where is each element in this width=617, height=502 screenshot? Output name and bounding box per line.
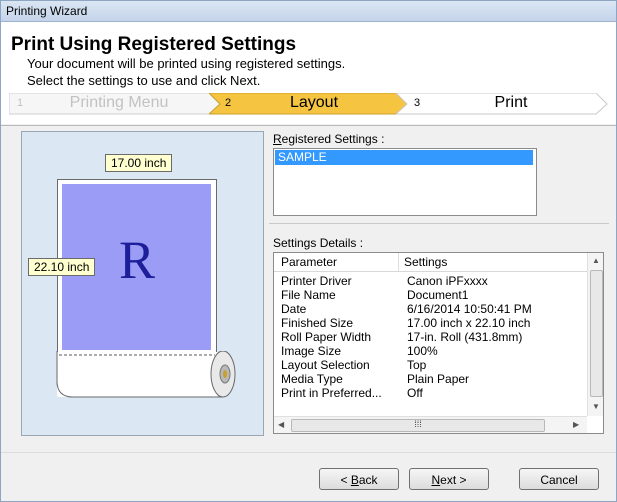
column-divider[interactable] bbox=[398, 253, 399, 271]
step-layout: 2 Layout bbox=[209, 93, 409, 115]
printing-wizard-window: Printing Wizard Print Using Registered S… bbox=[0, 0, 617, 502]
next-button[interactable]: Next > bbox=[409, 468, 489, 490]
table-row: Finished Size 17.00 inch x 22.10 inch bbox=[274, 316, 587, 330]
step-print: 3 Print bbox=[396, 93, 608, 115]
back-button[interactable]: < Back bbox=[319, 468, 399, 490]
scroll-down-icon[interactable]: ▼ bbox=[592, 402, 600, 411]
row-value: 100% bbox=[407, 344, 438, 358]
row-param: Image Size bbox=[281, 344, 342, 358]
wizard-header: Print Using Registered Settings Your doc… bbox=[1, 22, 616, 124]
table-row: Media Type Plain Paper bbox=[274, 372, 587, 386]
window-title: Printing Wizard bbox=[6, 4, 88, 18]
next-accelerator: N bbox=[431, 473, 441, 487]
width-dimension-label: 17.00 inch bbox=[105, 154, 173, 172]
step-printing-menu: 1 Printing Menu bbox=[9, 93, 221, 115]
row-param: Finished Size bbox=[281, 316, 354, 330]
row-param: Media Type bbox=[281, 372, 343, 386]
horizontal-scroll-thumb[interactable]: ⁞⁞⁞ bbox=[291, 419, 545, 432]
table-row: File Name Document1 bbox=[274, 288, 587, 302]
preview-glyph: R bbox=[119, 230, 156, 290]
step-label: Layout bbox=[289, 94, 339, 111]
column-header-parameter[interactable]: Parameter bbox=[281, 255, 337, 269]
table-rows: Printer Driver Canon iPFxxxx File Name Doc… bbox=[274, 274, 587, 417]
row-param: Roll Paper Width bbox=[281, 330, 372, 344]
registered-settings-label: Registered Settings : bbox=[273, 132, 385, 146]
description-line-1: Your document will be printed using regi… bbox=[27, 56, 346, 71]
height-dimension-label: 22.10 inch bbox=[28, 258, 96, 276]
page-title: Print Using Registered Settings bbox=[11, 34, 297, 55]
section-divider bbox=[269, 223, 609, 224]
title-bar: Printing Wizard bbox=[1, 1, 616, 22]
settings-details-table[interactable]: Parameter Settings Printer Driver Canon i… bbox=[273, 252, 604, 434]
table-row: Layout Selection Top bbox=[274, 358, 587, 372]
step-number: 2 bbox=[225, 97, 232, 109]
row-value: Canon iPFxxxx bbox=[407, 274, 488, 288]
table-header: Parameter Settings bbox=[274, 253, 587, 272]
step-label: Printing Menu bbox=[69, 94, 169, 111]
table-row: Roll Paper Width 17-in. Roll (431.8mm) bbox=[274, 330, 587, 344]
back-accelerator: B bbox=[350, 473, 359, 487]
scroll-up-icon[interactable]: ▲ bbox=[592, 256, 600, 265]
paper-roll-icon bbox=[56, 351, 236, 398]
step-number: 3 bbox=[414, 97, 421, 109]
vertical-scroll-thumb[interactable] bbox=[590, 270, 603, 397]
horizontal-scrollbar[interactable]: ◀ ⁞⁞⁞ ▶ bbox=[274, 416, 587, 433]
scroll-right-icon[interactable]: ▶ bbox=[573, 420, 579, 429]
row-value: 17.00 inch x 22.10 inch bbox=[407, 316, 531, 330]
row-param: File Name bbox=[281, 288, 336, 302]
registered-settings-list[interactable]: SAMPLE bbox=[273, 148, 537, 216]
row-value: Plain Paper bbox=[407, 372, 470, 386]
settings-details-label: Settings Details : bbox=[273, 236, 364, 250]
next-label: ext > bbox=[440, 473, 467, 487]
step-number: 1 bbox=[17, 97, 24, 109]
row-value: Document1 bbox=[407, 288, 469, 302]
back-label: ack bbox=[358, 473, 378, 487]
description-line-2: Select the settings to use and click Nex… bbox=[27, 73, 261, 88]
row-param: Layout Selection bbox=[281, 358, 370, 372]
row-value: 6/16/2014 10:50:41 PM bbox=[407, 302, 532, 316]
scroll-left-icon[interactable]: ◀ bbox=[278, 420, 284, 429]
row-param: Print in Preferred... bbox=[281, 386, 382, 400]
table-row: Printer Driver Canon iPFxxxx bbox=[274, 274, 587, 288]
back-prefix: < bbox=[340, 473, 351, 487]
row-param: Printer Driver bbox=[281, 274, 352, 288]
wizard-steps: 1 Printing Menu 2 Layout 3 Print bbox=[9, 93, 609, 115]
footer-divider bbox=[1, 452, 616, 453]
row-value: Top bbox=[407, 358, 427, 372]
step-label: Print bbox=[494, 94, 528, 111]
row-value: 17-in. Roll (431.8mm) bbox=[407, 330, 523, 344]
table-row: Date 6/16/2014 10:50:41 PM bbox=[274, 302, 587, 316]
row-value: Off bbox=[407, 386, 423, 400]
column-header-settings[interactable]: Settings bbox=[404, 255, 447, 269]
row-param: Date bbox=[281, 302, 307, 316]
header-divider bbox=[1, 125, 616, 126]
vertical-scrollbar[interactable]: ▲ ▼ bbox=[587, 253, 603, 416]
list-item-sample[interactable]: SAMPLE bbox=[275, 150, 533, 165]
table-row: Print in Preferred... Off bbox=[274, 386, 587, 400]
table-row: Image Size 100% bbox=[274, 344, 587, 358]
cancel-button[interactable]: Cancel bbox=[519, 468, 599, 490]
